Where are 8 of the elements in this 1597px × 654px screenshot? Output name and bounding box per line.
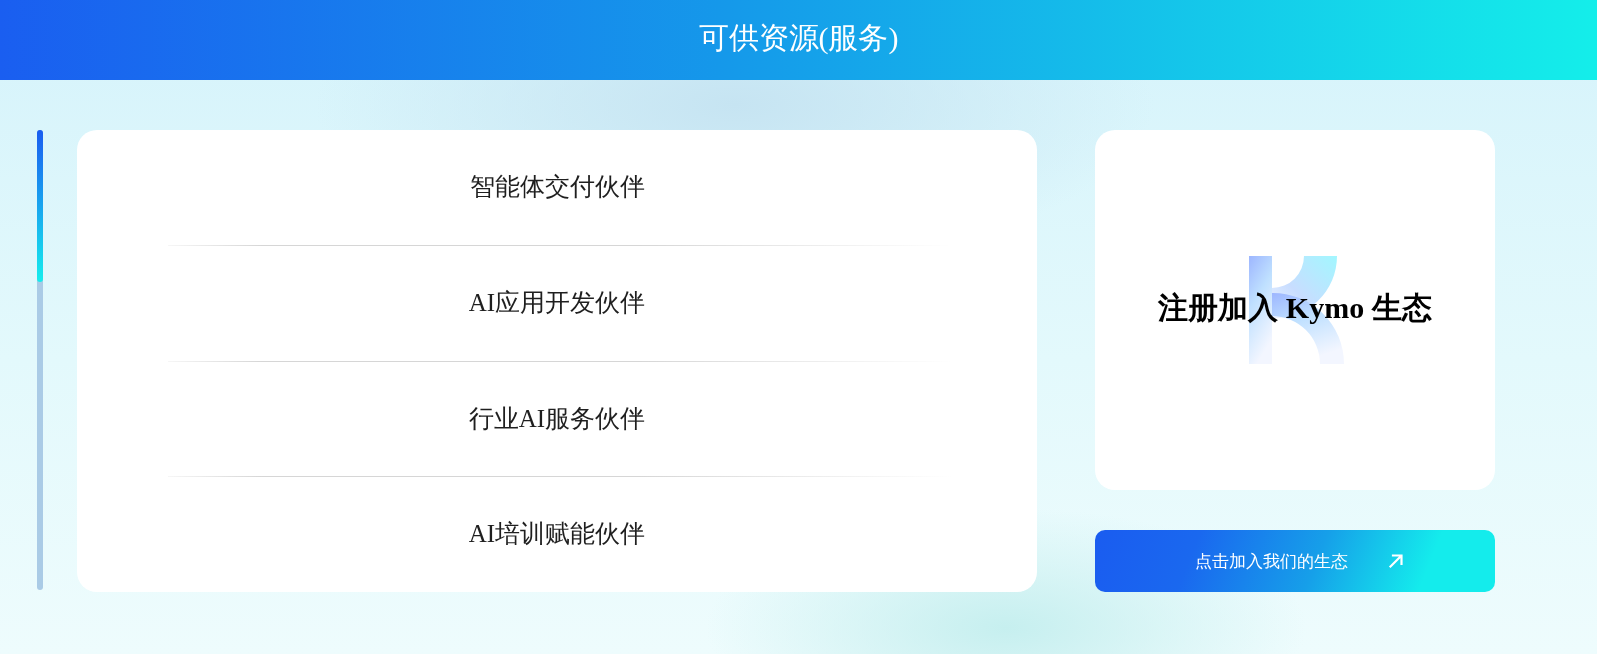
partner-label: 智能体交付伙伴 xyxy=(469,172,645,203)
page-title: 可供资源(服务) xyxy=(698,20,899,56)
arrow-up-right-icon xyxy=(1387,553,1404,569)
partner-label: 行业AI服务伙伴 xyxy=(468,403,646,434)
partner-label: AI应用开发伙伴 xyxy=(468,287,646,318)
join-title: 注册加入 Kymo 生态 xyxy=(1158,290,1432,326)
join-button[interactable]: 点击加入我们的生态 xyxy=(1095,530,1495,592)
partner-label: AI培训赋能伙伴 xyxy=(468,519,646,550)
